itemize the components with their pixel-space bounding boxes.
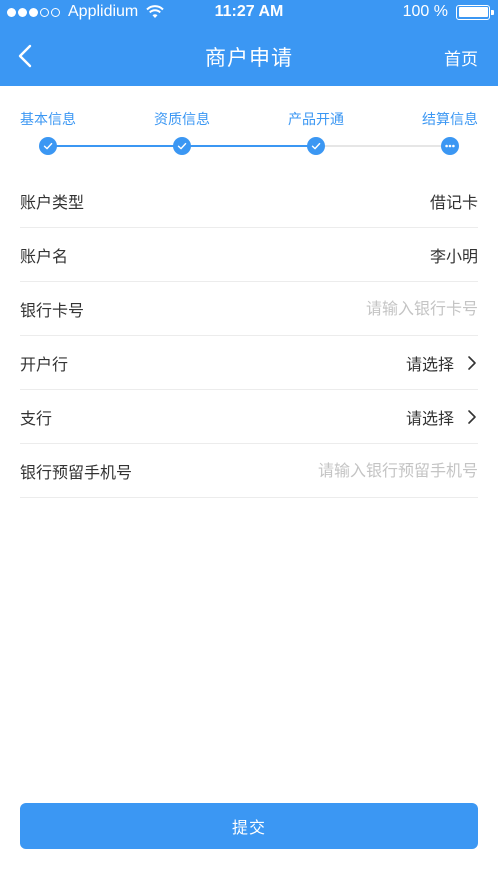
account-type-row[interactable]: 账户类型 借记卡 xyxy=(20,174,478,228)
phone-input[interactable] xyxy=(218,461,478,480)
check-icon xyxy=(307,137,325,155)
account-type-value: 借记卡 xyxy=(429,192,478,212)
account-name-value: 李小明 xyxy=(429,246,478,266)
step-label: 资质信息 xyxy=(154,112,210,128)
step-label: 基本信息 xyxy=(20,112,76,128)
branch-select-value: 请选择 xyxy=(405,408,454,428)
chevron-right-icon xyxy=(468,409,476,424)
card-number-label: 银行卡号 xyxy=(20,300,85,320)
check-icon xyxy=(39,137,57,155)
bank-label: 开户行 xyxy=(20,354,69,374)
battery-percent: 100 % xyxy=(402,3,448,20)
bank-select-value: 请选择 xyxy=(405,354,454,374)
settlement-form: 账户类型 借记卡 账户名 李小明 银行卡号 开户行 请选择 支行 请选择 银行预… xyxy=(20,174,478,498)
bank-select[interactable]: 请选择 xyxy=(406,351,478,375)
nav-bar: 商户申请 首页 xyxy=(0,26,498,86)
account-type-label: 账户类型 xyxy=(20,192,85,212)
branch-select[interactable]: 请选择 xyxy=(406,405,478,429)
status-bar: Applidium 11:27 AM 100 % xyxy=(0,0,498,26)
home-button[interactable]: 首页 xyxy=(444,45,478,70)
branch-row[interactable]: 支行 请选择 xyxy=(20,390,478,444)
status-right: 100 % xyxy=(402,3,494,21)
step-line-todo xyxy=(316,145,450,147)
more-icon xyxy=(441,137,459,155)
progress-steps: 基本信息 资质信息 产品开通 结算信息 xyxy=(0,86,498,172)
phone-row: 银行预留手机号 xyxy=(20,444,478,498)
check-icon xyxy=(173,137,191,155)
branch-label: 支行 xyxy=(20,408,53,428)
account-name-row: 账户名 李小明 xyxy=(20,228,478,282)
step-basic-info: 基本信息 xyxy=(0,110,103,155)
bank-row[interactable]: 开户行 请选择 xyxy=(20,336,478,390)
step-product-activation: 产品开通 xyxy=(261,110,371,155)
card-number-input[interactable] xyxy=(218,299,478,318)
account-name-label: 账户名 xyxy=(20,246,69,266)
chevron-right-icon xyxy=(468,355,476,370)
page-title: 商户申请 xyxy=(205,46,293,70)
card-number-row: 银行卡号 xyxy=(20,282,478,336)
phone-label: 银行预留手机号 xyxy=(20,462,133,482)
step-settlement-info: 结算信息 xyxy=(395,110,498,155)
step-label: 产品开通 xyxy=(288,112,344,128)
submit-button[interactable]: 提交 xyxy=(20,803,478,849)
battery-icon xyxy=(456,4,494,20)
step-qualification-info: 资质信息 xyxy=(127,110,237,155)
step-label: 结算信息 xyxy=(422,112,478,128)
header: Applidium 11:27 AM 100 % 商户申请 首页 xyxy=(0,0,498,86)
